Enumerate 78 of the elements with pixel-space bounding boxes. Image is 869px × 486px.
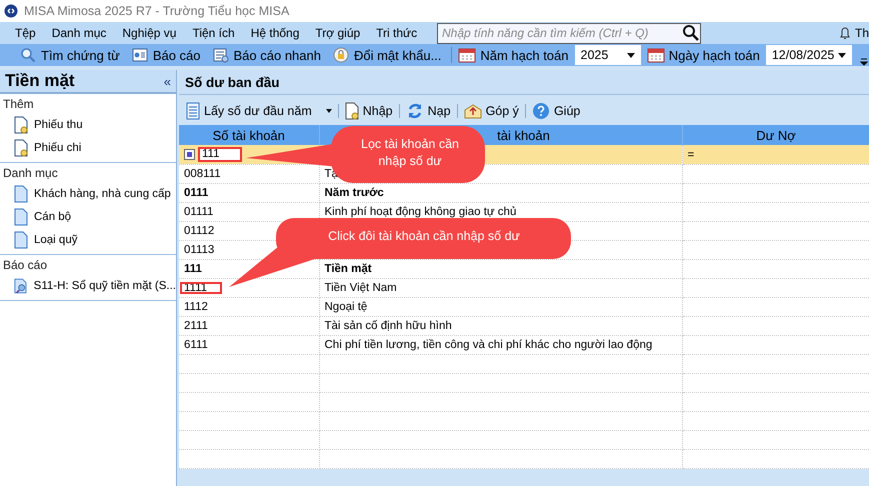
search-icon (20, 47, 36, 63)
document-icon (14, 116, 28, 134)
column-header[interactable]: tài khoản (497, 128, 550, 142)
toolbar-button[interactable]: Giúp (526, 100, 586, 122)
document-icon (344, 102, 359, 120)
report-icon (132, 48, 148, 62)
bell-icon (838, 26, 851, 40)
account-number: 6111 (184, 339, 208, 351)
section-header: Danh mục (2, 165, 59, 182)
search-icon (682, 24, 700, 42)
overflow-icon (860, 58, 868, 66)
menu-item[interactable]: Tiện ích (184, 26, 243, 40)
toolbar-button[interactable]: Nhập (340, 100, 398, 122)
column-header[interactable]: Dư Nợ (756, 128, 796, 142)
account-name: Tiền mặt (324, 263, 372, 275)
callout-text: Click đôi tài khoản cần nhập số dư (327, 228, 521, 245)
account-number: 111 (184, 263, 202, 275)
list-icon (186, 102, 200, 120)
menu-item[interactable]: Tri thức (368, 26, 426, 40)
toolbar-button[interactable]: Góp ý (458, 100, 524, 122)
document-icon (14, 230, 28, 248)
calendar-icon (646, 47, 665, 63)
field-label: Năm hạch toán (480, 48, 568, 62)
document-icon (14, 208, 28, 226)
app-logo-icon (4, 4, 18, 18)
menu-item[interactable]: Tệp (7, 26, 44, 40)
calendar-icon (458, 47, 476, 63)
sidebar-link[interactable]: Khách hàng, nhà cung cấp (34, 188, 171, 200)
callout-text: Lọc tài khoản cần nhập số dư (360, 136, 460, 170)
account-number: 01112 (184, 225, 214, 237)
help-icon (532, 102, 550, 120)
toolbar-button[interactable]: Báo cáo nhanh (206, 44, 327, 66)
toolbar-button[interactable]: Báo cáo (126, 44, 207, 66)
account-number: 01111 (184, 206, 214, 218)
panel-title: Số dư ban đầu (179, 70, 869, 95)
section-header: Thêm (2, 96, 35, 113)
account-number: 008111 (184, 168, 221, 180)
window-title: MISA Mimosa 2025 R7 - Trường Tiểu học MISA (24, 4, 290, 18)
toolbar-button[interactable]: Lấy số dư đầu năm (181, 100, 337, 122)
account-name: Kinh phí hoạt động không giao tự chủ (324, 206, 516, 218)
account-name: Chi phí tiền lương, tiền công và chi phí khác cho người lao động (324, 339, 652, 351)
search-field[interactable]: Nhập tính năng cần tìm kiếm (Ctrl + Q) (437, 22, 701, 44)
menu-item[interactable]: Nghiệp vụ (114, 26, 184, 40)
menu-item[interactable]: Hệ thống (242, 26, 308, 40)
account-name: Năm trước (324, 187, 384, 199)
account-number: 01113 (184, 244, 214, 256)
report-icon (14, 276, 28, 294)
sidebar-link[interactable]: Phiếu chi (34, 142, 82, 154)
document-icon (212, 47, 229, 63)
document-icon (14, 184, 28, 202)
account-name: Ngoại tệ (324, 301, 368, 313)
year-select[interactable]: 2025 (574, 45, 641, 65)
document-icon (14, 138, 28, 156)
section-header: Báo cáo (2, 257, 48, 274)
panel-title: Tiền mặt (5, 71, 75, 91)
padlock-icon (332, 47, 349, 63)
date-picker[interactable]: 12/08/2025 (766, 45, 852, 65)
account-name: Tài sản cố định hữu hình (324, 320, 452, 332)
sidebar-link[interactable]: S11-H: Sổ quỹ tiền mặt (S... (34, 280, 176, 292)
toolbar-button[interactable]: Tìm chứng từ (14, 44, 126, 66)
filter-toggle-icon[interactable] (184, 149, 195, 160)
toolbar-button[interactable]: Đổi mật khẩu... (326, 44, 448, 66)
account-number: 0111 (184, 187, 208, 199)
menu-item[interactable]: Trợ giúp (307, 26, 368, 40)
sidebar-link[interactable]: Loại quỹ (34, 234, 78, 246)
account-number: 2111 (184, 320, 208, 332)
field-label: Ngày hạch toán (668, 48, 760, 62)
sidebar-link[interactable]: Cán bộ (34, 210, 72, 222)
filter-operator[interactable]: = (688, 148, 694, 160)
sidebar-link[interactable]: Phiếu thu (34, 118, 83, 130)
account-number: 1112 (184, 301, 208, 313)
notification-label[interactable]: Th (854, 26, 869, 40)
filter-field[interactable]: 111 (198, 147, 242, 162)
collapse-button[interactable]: « (164, 74, 171, 88)
envelope-icon (464, 103, 482, 119)
menu-item[interactable]: Danh mục (44, 26, 114, 40)
toolbar-button[interactable]: Nạp (400, 100, 456, 122)
account-name: Tiền Việt Nam (324, 282, 397, 294)
